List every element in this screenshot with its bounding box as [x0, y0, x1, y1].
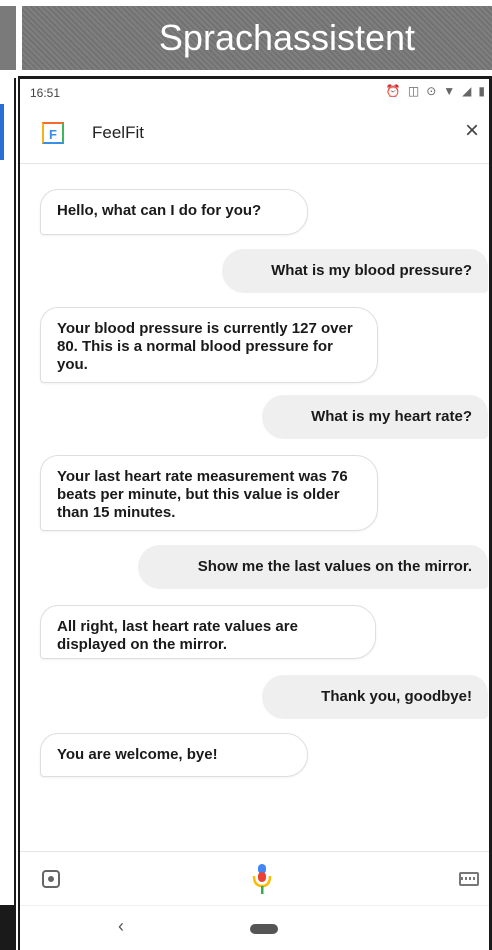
location-icon: ⊙: [426, 84, 437, 98]
wifi-icon: ▼: [443, 84, 456, 98]
close-button[interactable]: ×: [465, 117, 479, 145]
keyboard-icon[interactable]: [459, 872, 479, 886]
home-button[interactable]: [250, 924, 278, 934]
signal-icon: ◢: [462, 84, 472, 98]
bot-message: Your blood pressure is currently 127 ove…: [40, 307, 378, 383]
bot-message: Hello, what can I do for you?: [40, 189, 308, 235]
back-button[interactable]: ‹: [118, 916, 124, 937]
status-bar: 16:51 ⏰ ◫ ⊙ ▼ ◢ ▮: [20, 79, 489, 105]
app-bar: F FeelFit ×: [20, 105, 489, 164]
banner-title: Sprachassistent: [22, 6, 492, 70]
vibrate-icon: ◫: [407, 84, 420, 98]
banner-left-panel: [0, 6, 16, 70]
header-banner: Sprachassistent: [0, 0, 492, 76]
bot-message: All right, last heart rate values are di…: [40, 605, 376, 659]
bot-message: You are welcome, bye!: [40, 733, 308, 777]
user-message: Show me the last values on the mirror.: [138, 545, 488, 589]
alarm-icon: ⏰: [385, 84, 401, 98]
status-time: 16:51: [30, 86, 61, 100]
battery-icon: ▮: [478, 84, 485, 98]
assistant-bar: [20, 851, 489, 906]
bot-message: Your last heart rate measurement was 76 …: [40, 455, 378, 531]
lens-icon[interactable]: [42, 870, 60, 888]
feelfit-logo-icon: F: [42, 122, 64, 144]
chat-area[interactable]: Hello, what can I do for you? What is my…: [20, 163, 489, 843]
phone-screen: 16:51 ⏰ ◫ ⊙ ▼ ◢ ▮ F FeelFit × Hello, wha…: [18, 76, 492, 950]
user-message: What is my heart rate?: [262, 395, 488, 439]
status-icons: ⏰ ◫ ⊙ ▼ ◢ ▮: [386, 84, 485, 98]
nav-bar: ‹: [20, 905, 489, 950]
app-name: FeelFit: [92, 123, 144, 142]
user-message: What is my blood pressure?: [222, 249, 488, 293]
side-dark-block: [0, 905, 14, 950]
microphone-icon[interactable]: [252, 864, 272, 896]
user-message: Thank you, goodbye!: [262, 675, 488, 719]
side-accent: [0, 104, 4, 160]
side-strip: [0, 78, 16, 950]
